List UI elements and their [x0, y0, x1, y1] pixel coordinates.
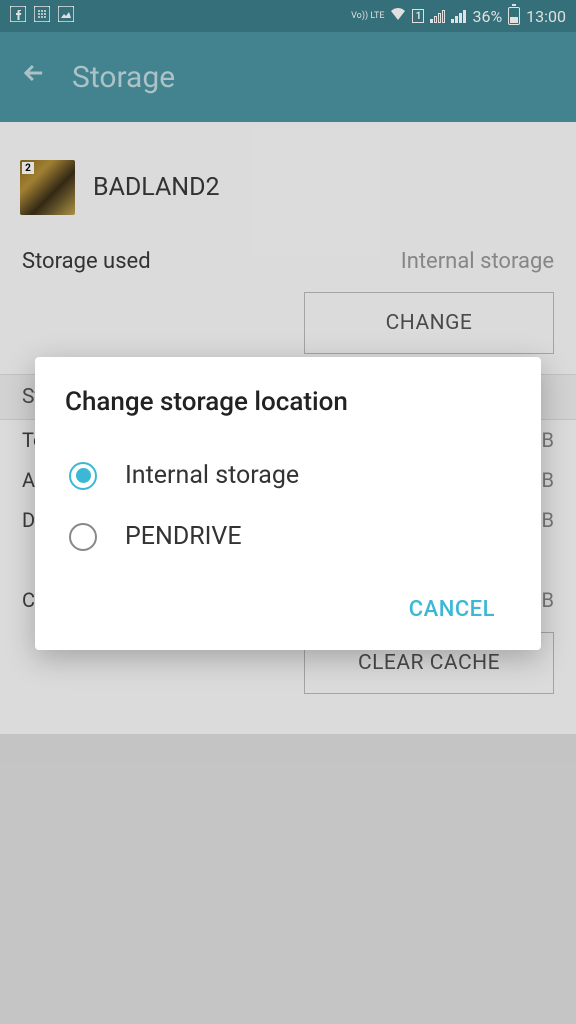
radio-option-internal[interactable]: Internal storage — [65, 445, 511, 506]
change-storage-dialog: Change storage location Internal storage… — [35, 357, 541, 650]
dialog-actions: CANCEL — [65, 587, 511, 632]
radio-label: Internal storage — [125, 461, 299, 490]
radio-icon — [69, 523, 97, 551]
radio-icon — [69, 462, 97, 490]
cancel-button[interactable]: CANCEL — [393, 587, 511, 632]
radio-option-pendrive[interactable]: PENDRIVE — [65, 506, 511, 567]
dialog-title: Change storage location — [65, 387, 511, 417]
radio-label: PENDRIVE — [125, 522, 242, 551]
